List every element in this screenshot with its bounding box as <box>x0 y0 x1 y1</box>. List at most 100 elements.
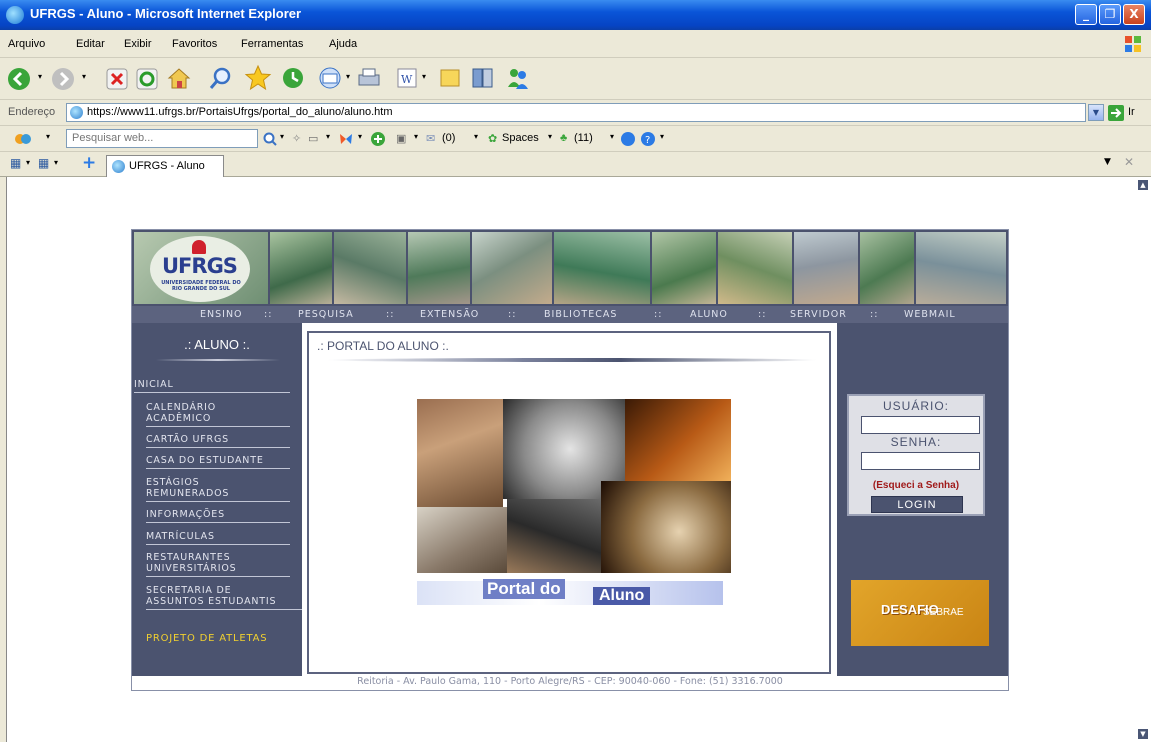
restore-button[interactable]: ❐ <box>1099 4 1121 25</box>
help-icon[interactable]: ? <box>640 131 656 147</box>
search-icon[interactable] <box>208 66 234 92</box>
menu-exibir[interactable]: Exibir <box>124 38 152 50</box>
forward-icon[interactable] <box>50 66 78 92</box>
web-search-input[interactable]: Pesquisar web... <box>66 129 258 148</box>
logo-text: UFRGS <box>162 254 238 278</box>
address-input[interactable]: https://www11.ufrgs.br/PortaisUfrgs/port… <box>66 103 1086 122</box>
help-dropdown-icon[interactable]: ▾ <box>660 132 664 141</box>
password-input[interactable] <box>861 452 980 470</box>
menu-favoritos[interactable]: Favoritos <box>172 38 217 50</box>
sidebar-item-restaurantes[interactable]: RESTAURANTES UNIVERSITÁRIOS <box>146 552 290 577</box>
nav-pesquisa[interactable]: PESQUISA <box>298 309 354 320</box>
window-title-bar[interactable]: UFRGS - Aluno - Microsoft Internet Explo… <box>0 0 1151 30</box>
sidebar-item-projeto-atletas[interactable]: PROJETO DE ATLETAS <box>146 633 290 646</box>
ufrgs-logo[interactable]: UFRGS UNIVERSIDADE FEDERAL DO RIO GRANDE… <box>134 232 268 304</box>
print-icon[interactable] <box>356 65 382 91</box>
quick-tabs-icon[interactable]: ▦ <box>10 156 21 170</box>
close-tab-icon[interactable]: ✕ <box>1124 155 1134 169</box>
tab-ufrgs-aluno[interactable]: UFRGS - Aluno <box>106 155 224 177</box>
tab-list-icon[interactable]: ▦ <box>38 156 49 170</box>
history-icon[interactable] <box>280 65 306 91</box>
nav-extensao[interactable]: EXTENSÃO <box>420 309 479 320</box>
sidebar-item-secretaria[interactable]: SECRETARIA DE ASSUNTOS ESTUDANTIS <box>146 585 302 610</box>
nav-bibliotecas[interactable]: BIBLIOTECAS <box>544 309 617 320</box>
mail-dropdown-icon[interactable]: ▾ <box>346 72 350 81</box>
edit-dropdown-icon[interactable]: ▾ <box>422 72 426 81</box>
photo-workshop <box>417 507 507 573</box>
sidebar-item-casa-estudante[interactable]: CASA DO ESTUDANTE <box>146 455 290 469</box>
menu-arquivo[interactable]: Arquivo <box>8 38 45 50</box>
tabs-menu-dropdown-icon[interactable]: ▼ <box>1104 157 1111 167</box>
back-dropdown-icon[interactable]: ▾ <box>38 72 42 81</box>
sidebar-item-cartao[interactable]: CARTÃO UFRGS <box>146 434 290 448</box>
spaces-dropdown-icon[interactable]: ▾ <box>548 132 552 141</box>
add-favorite-icon[interactable]: + <box>82 153 96 173</box>
menu-ajuda[interactable]: Ajuda <box>329 38 357 50</box>
contacts-count[interactable]: (11) <box>574 132 593 144</box>
msn-logo-icon[interactable] <box>14 131 32 147</box>
address-dropdown-icon[interactable]: ▼ <box>1088 104 1104 121</box>
butterfly-dropdown-icon[interactable]: ▾ <box>358 132 362 141</box>
forgot-password-link[interactable]: (Esqueci a Senha) <box>849 480 983 491</box>
inbox-count[interactable]: (0) <box>442 132 455 144</box>
vertical-scrollbar[interactable] <box>1136 177 1151 742</box>
msn-dropdown-icon[interactable]: ▾ <box>46 132 50 141</box>
username-input[interactable] <box>861 416 980 434</box>
menu-ferramentas[interactable]: Ferramentas <box>241 38 303 50</box>
desafio-sebrae-banner[interactable]: DESAFIO SEBRAE <box>851 580 989 646</box>
menu-editar[interactable]: Editar <box>76 38 105 50</box>
back-icon[interactable] <box>6 66 36 92</box>
mail-icon[interactable] <box>318 65 344 91</box>
nav-separator: :: <box>264 309 273 320</box>
tabs-dropdown-icon[interactable]: ▾ <box>326 132 330 141</box>
nav-ensino[interactable]: ENSINO <box>200 309 243 320</box>
scroll-down-icon[interactable]: ▼ <box>1138 729 1148 739</box>
sidebar-item-calendario[interactable]: CALENDÁRIO ACADÊMICO <box>146 402 290 427</box>
nav-servidor[interactable]: SERVIDOR <box>790 309 847 320</box>
sidebar-item-inicial[interactable]: INICIAL <box>134 379 290 393</box>
minimize-button[interactable]: _ <box>1075 4 1097 25</box>
addon-icon[interactable] <box>370 131 386 147</box>
spaces-link[interactable]: Spaces <box>502 132 539 144</box>
sidebar-item-estagios[interactable]: ESTÁGIOS REMUNERADOS <box>146 477 290 502</box>
ie-logo-icon <box>6 6 24 24</box>
contacts-dropdown-icon[interactable]: ▾ <box>610 132 614 141</box>
inbox-icon[interactable]: ✉ <box>426 132 435 145</box>
search-dropdown-icon[interactable]: ▾ <box>280 132 284 141</box>
building-image-10 <box>916 232 1006 304</box>
nav-aluno[interactable]: ALUNO <box>690 309 728 320</box>
nav-separator: :: <box>386 309 395 320</box>
research-icon[interactable] <box>470 65 496 91</box>
highlight-icon[interactable]: ✧ <box>292 132 301 145</box>
scroll-up-icon[interactable]: ▲ <box>1138 180 1148 190</box>
sidebar-item-informacoes[interactable]: INFORMAÇÕES <box>146 509 290 523</box>
login-button[interactable]: LOGIN <box>871 496 963 513</box>
inbox-dropdown-icon[interactable]: ▾ <box>474 132 478 141</box>
discuss-icon[interactable] <box>438 66 462 90</box>
go-button[interactable]: Ir <box>1108 104 1144 122</box>
tabs-icon[interactable]: ▭ <box>308 132 318 145</box>
search-go-icon[interactable] <box>262 131 278 147</box>
tab-list-dropdown-icon[interactable]: ▾ <box>54 158 58 167</box>
stop-icon[interactable] <box>106 68 128 90</box>
refresh-icon[interactable] <box>136 68 158 90</box>
close-button[interactable]: X <box>1123 4 1145 25</box>
sidebar-item-matriculas[interactable]: MATRÍCULAS <box>146 531 290 545</box>
rss-dropdown-icon[interactable]: ▾ <box>414 132 418 141</box>
edit-word-icon[interactable]: W <box>396 67 418 89</box>
sidebar-item-label: MATRÍCULAS <box>146 531 215 542</box>
tools-icon[interactable] <box>620 131 636 147</box>
butterfly-icon[interactable] <box>338 132 354 146</box>
home-icon[interactable] <box>166 66 192 90</box>
building-image-1 <box>270 232 332 304</box>
messenger-icon[interactable] <box>504 65 532 91</box>
nav-webmail[interactable]: WEBMAIL <box>904 309 956 320</box>
top-navigation: ENSINO :: PESQUISA :: EXTENSÃO :: BIBLIO… <box>132 306 1008 323</box>
sidebar-item-label: CASA DO ESTUDANTE <box>146 455 264 466</box>
quick-tabs-dropdown-icon[interactable]: ▾ <box>26 158 30 167</box>
favorites-star-icon[interactable] <box>244 64 272 92</box>
rss-icon[interactable]: ▣ <box>396 132 406 145</box>
building-image-5 <box>554 232 650 304</box>
forward-dropdown-icon[interactable]: ▾ <box>82 72 86 81</box>
go-label: Ir <box>1128 106 1135 118</box>
